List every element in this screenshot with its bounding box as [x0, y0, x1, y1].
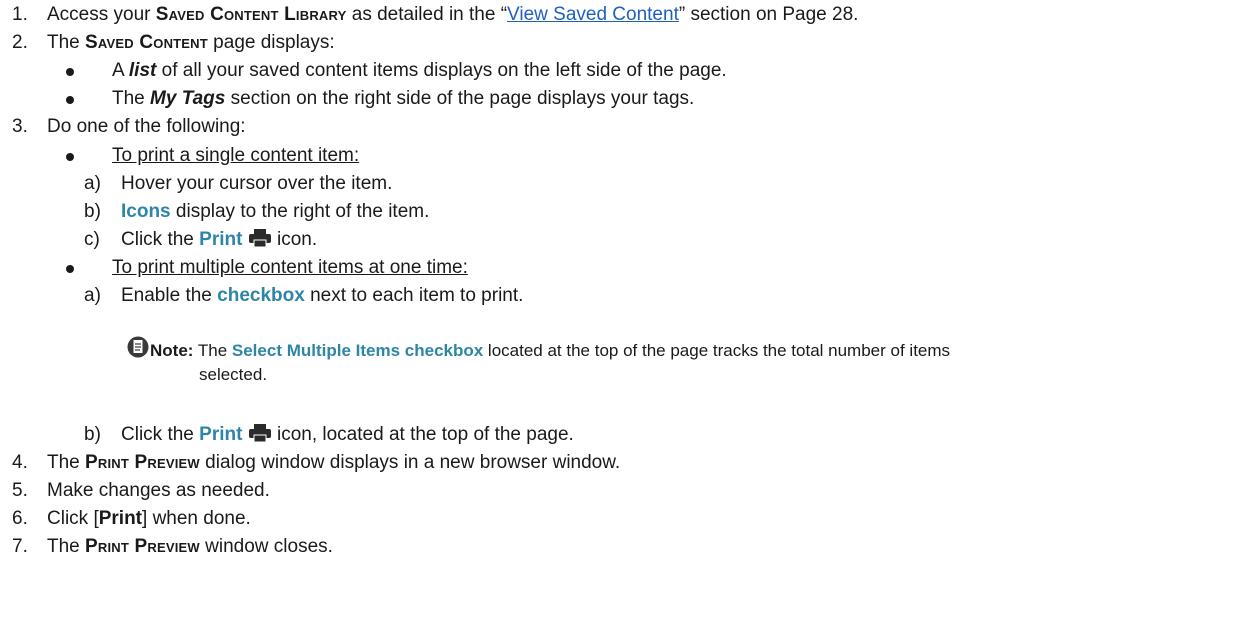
emphasis: Icons — [121, 201, 171, 222]
sub-step-label: a) — [84, 173, 101, 194]
sub-step-text: icon, located at the top of the page. — [271, 424, 574, 445]
note-icon — [127, 335, 149, 362]
emphasis: Select Multiple Items checkbox — [231, 341, 484, 360]
step-text: ” section on Page 28. — [678, 4, 859, 25]
view-saved-content-link[interactable]: View Saved Content — [507, 4, 679, 25]
emphasis: checkbox — [217, 285, 305, 306]
step-number: 3. — [12, 116, 28, 137]
term-saved-content: Saved Content — [85, 32, 208, 53]
step-text: Click [ — [47, 508, 99, 529]
emphasis: list — [128, 60, 157, 81]
step-number: 6. — [12, 508, 28, 529]
sub-step-text: Enable the — [121, 285, 218, 306]
emphasis: Print — [199, 229, 243, 250]
step-text: Access your — [47, 4, 156, 25]
step-number: 2. — [12, 32, 28, 53]
sub-step-label: a) — [84, 285, 101, 306]
step-number: 5. — [12, 480, 28, 501]
sub-step-label: b) — [84, 424, 101, 445]
step-number: 4. — [12, 452, 28, 473]
step-text: Make changes as needed. — [47, 480, 270, 501]
printer-icon — [248, 229, 272, 250]
step-text: ] when done. — [142, 508, 251, 529]
term-print-preview: Print Preview — [85, 452, 200, 473]
term-saved-content-library: Saved Content Library — [155, 4, 347, 25]
bullet-text: The — [112, 88, 151, 109]
step-number: 7. — [12, 536, 28, 557]
step-text: The — [47, 536, 86, 557]
note-text: The — [193, 341, 232, 360]
bullet-text: A — [112, 60, 129, 81]
sub-step-text: next to each item to print. — [304, 285, 524, 306]
bullet-icon — [66, 96, 74, 104]
emphasis: My Tags — [150, 88, 226, 109]
step-text: Do one of the following: — [47, 116, 246, 137]
sub-step-label: b) — [84, 201, 101, 222]
single-item-heading: To print a single content item: — [112, 145, 360, 166]
step-text: window closes. — [199, 536, 333, 557]
step-text: page displays: — [207, 32, 335, 53]
step-text: as detailed in the “ — [346, 4, 508, 25]
bullet-icon — [66, 153, 74, 161]
bullet-text: of all your saved content items displays… — [156, 60, 727, 81]
sub-step-text: Hover your cursor over the item. — [121, 173, 393, 194]
bullet-text: section on the right side of the page di… — [225, 88, 695, 109]
term-print-preview: Print Preview — [85, 536, 200, 557]
print-button-label: Print — [98, 508, 143, 529]
bullet-icon — [66, 265, 74, 273]
step-text: The — [47, 32, 86, 53]
note-text: located at the top of the page tracks th… — [483, 341, 951, 360]
sub-step-label: c) — [84, 229, 100, 250]
emphasis: Print — [199, 424, 243, 445]
step-text: dialog window displays in a new browser … — [199, 452, 621, 473]
sub-step-text: Click the — [121, 229, 200, 250]
sub-step-text: Click the — [121, 424, 200, 445]
multiple-items-heading: To print multiple content items at one t… — [112, 257, 468, 278]
sub-step-text: icon. — [271, 229, 318, 250]
sub-step-text: display to the right of the item. — [170, 201, 430, 222]
step-number: 1. — [12, 4, 28, 25]
note-text: selected. — [199, 365, 268, 384]
bullet-icon — [66, 68, 74, 76]
printer-icon — [248, 424, 272, 445]
step-text: The — [47, 452, 86, 473]
note-label: Note: — [150, 341, 194, 360]
